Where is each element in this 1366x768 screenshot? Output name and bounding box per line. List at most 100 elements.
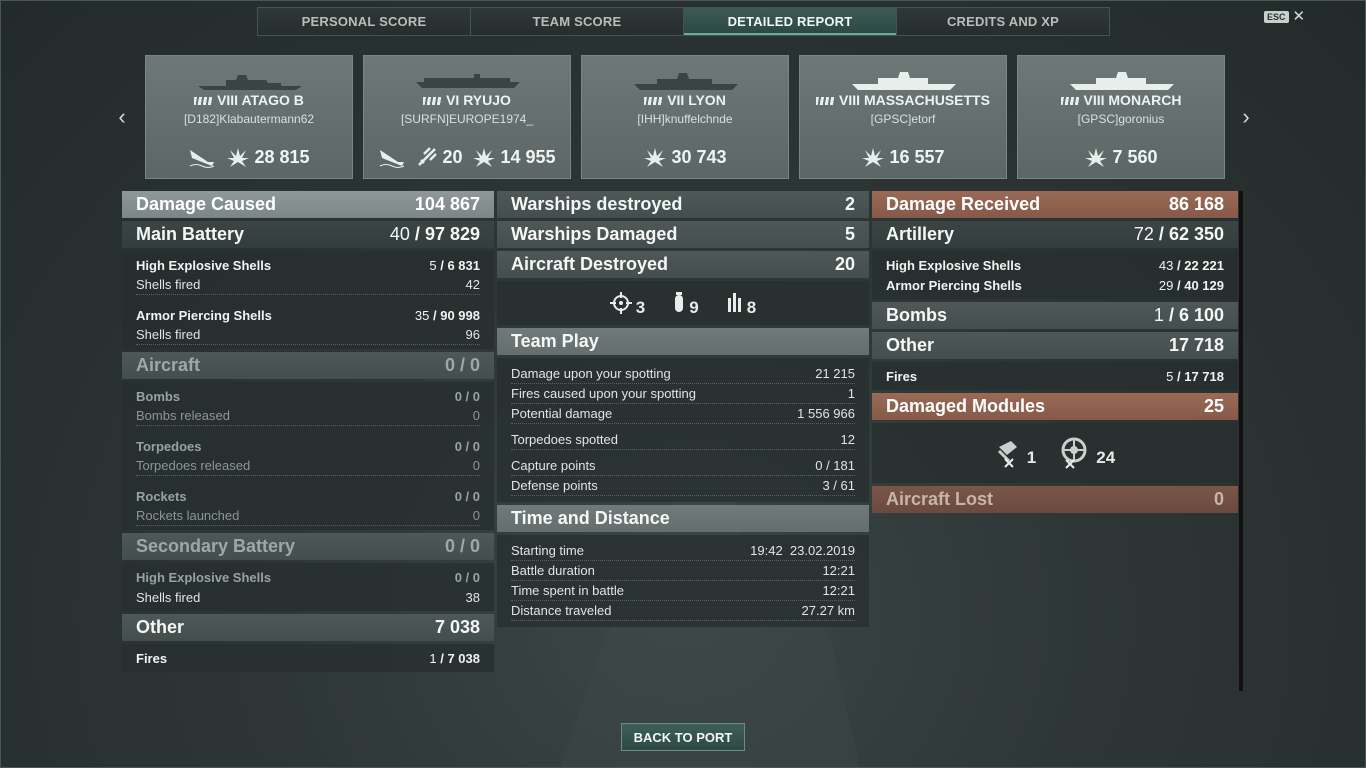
planes-stat: 20 bbox=[416, 146, 462, 168]
rocket-stat: 8 bbox=[727, 288, 756, 318]
main-battery-body: High Explosive Shells 5 / 6 831 Shells fi… bbox=[122, 251, 494, 349]
ship-sunk-icon bbox=[188, 146, 216, 168]
time-distance-row: Battle duration 12:21 bbox=[511, 561, 855, 581]
ship-name: VIII MASSACHUSETTS bbox=[800, 92, 1006, 108]
tab-team-score[interactable]: TEAM SCORE bbox=[471, 8, 684, 35]
prev-arrow-icon[interactable]: ‹ bbox=[112, 104, 132, 130]
tab-bar: PERSONAL SCORE TEAM SCORE DETAILED REPOR… bbox=[257, 7, 1110, 36]
ship-silhouette-icon bbox=[416, 74, 520, 88]
rockets-launched-row: Rockets launched 0 bbox=[136, 506, 480, 526]
ap-shells-row: Armor Piercing Shells 29 / 40 129 bbox=[886, 277, 1224, 293]
ship-silhouette-icon bbox=[1070, 72, 1174, 90]
team-play-row: Torpedoes spotted 12 bbox=[511, 430, 855, 450]
damage-caused-header: Damage Caused 104 867 bbox=[122, 191, 494, 218]
main-battery-header: Main Battery 40 / 97 829 bbox=[122, 221, 494, 248]
team-play-row: Fires caused upon your spotting 1 bbox=[511, 384, 855, 404]
player-name: [D182]Klabautermann62 bbox=[183, 112, 315, 126]
team-play-body: Damage upon your spotting 21 215 Fires ca… bbox=[497, 358, 869, 502]
close-button[interactable]: ESC ✕ bbox=[1264, 8, 1306, 25]
team-play-row: Damage upon your spotting 21 215 bbox=[511, 364, 855, 384]
damage-caused-panel: Damage Caused 104 867 Main Battery 40 / 97… bbox=[122, 191, 494, 675]
damaged-modules-bar: 1 24 bbox=[872, 423, 1238, 483]
scrollbar[interactable] bbox=[1239, 191, 1243, 691]
ship-class-icon bbox=[194, 97, 213, 106]
warships-damaged-header: Warships Damaged 5 bbox=[497, 221, 869, 248]
player-name: [GPSC]etorf bbox=[870, 112, 936, 126]
ship-class-icon bbox=[816, 97, 835, 106]
he-shells-row: High Explosive Shells 43 / 22 221 bbox=[886, 257, 1224, 273]
tab-detailed-report[interactable]: DETAILED REPORT bbox=[684, 8, 897, 35]
turret-stat: 1 bbox=[995, 437, 1036, 469]
shells-fired-row: Shells fired 96 bbox=[136, 325, 480, 345]
ship-card[interactable]: VIII MONARCH [GPSC]goronius 7 560 bbox=[1017, 55, 1225, 179]
bombs-header: Bombs 1 / 6 100 bbox=[872, 302, 1238, 329]
time-distance-row: Starting time 19:42 23.02.2019 bbox=[511, 541, 855, 561]
tab-personal-score[interactable]: PERSONAL SCORE bbox=[258, 8, 471, 35]
ship-card[interactable]: VIII MASSACHUSETTS [GPSC]etorf 16 557 bbox=[799, 55, 1007, 179]
bomber-stat: 9 bbox=[673, 288, 699, 318]
ship-class-icon bbox=[1060, 97, 1079, 106]
ship-silhouette-icon bbox=[198, 75, 302, 90]
engine-stat: 24 bbox=[1056, 436, 1115, 470]
time-distance-row: Distance traveled 27.27 km bbox=[511, 601, 855, 621]
team-play-header: Team Play bbox=[497, 328, 869, 355]
player-name: [IHH]knuffelchnde bbox=[637, 112, 733, 126]
damage-burst-icon bbox=[1085, 148, 1108, 167]
aircraft-lost-header: Aircraft Lost 0 bbox=[872, 486, 1238, 513]
artillery-body: High Explosive Shells 43 / 22 221 Armor P… bbox=[872, 251, 1238, 299]
ship-name: VII LYON bbox=[582, 92, 788, 108]
bomb-icon bbox=[675, 292, 684, 312]
ship-name: VI RYUJO bbox=[364, 92, 570, 108]
ship-name: VIII ATAGO B bbox=[146, 92, 352, 108]
damage-received-header: Damage Received 86 168 bbox=[872, 191, 1238, 218]
damage-stat: 16 557 bbox=[861, 146, 945, 168]
ship-card[interactable]: VIII ATAGO B [D182]Klabautermann62 28 81… bbox=[145, 55, 353, 179]
combat-panel: Warships destroyed 2 Warships Damaged 5 Ai… bbox=[497, 191, 869, 630]
damage-burst-icon bbox=[644, 148, 667, 167]
other-body: Fires 5 / 17 718 bbox=[872, 362, 1238, 390]
back-to-port-button[interactable]: BACK TO PORT bbox=[621, 723, 745, 751]
damage-burst-icon bbox=[862, 148, 885, 167]
shells-fired-row: Shells fired 38 bbox=[136, 589, 480, 605]
fighter-stat: 3 bbox=[609, 288, 645, 318]
turret-damaged-icon bbox=[997, 441, 1017, 468]
torpedoes-released-row: Torpedoes released 0 bbox=[136, 456, 480, 476]
ship-card[interactable]: VI RYUJO [SURFN]EUROPE1974_ 20 14 955 bbox=[363, 55, 571, 179]
damage-received-panel: Damage Received 86 168 Artillery 72 / 62 3… bbox=[872, 191, 1238, 516]
secondary-battery-header: Secondary Battery 0 / 0 bbox=[122, 533, 494, 560]
ship-silhouette-icon bbox=[634, 73, 738, 90]
damage-stat: 28 815 bbox=[226, 146, 310, 168]
other-header: Other 7 038 bbox=[122, 614, 494, 641]
player-name: [SURFN]EUROPE1974_ bbox=[400, 112, 534, 126]
esc-key-badge: ESC bbox=[1264, 11, 1289, 23]
he-shells-row: High Explosive Shells 0 / 0 bbox=[136, 569, 480, 585]
damage-stat: 7 560 bbox=[1084, 146, 1158, 168]
ship-silhouette-icon bbox=[852, 72, 956, 90]
close-icon: ✕ bbox=[1292, 8, 1306, 25]
ap-shells-row: Armor Piercing Shells 35 / 90 998 bbox=[136, 307, 480, 323]
fires-row: Fires 1 / 7 038 bbox=[136, 650, 480, 666]
shells-fired-row: Shells fired 42 bbox=[136, 275, 480, 295]
bombs-row: Bombs 0 / 0 bbox=[136, 388, 480, 404]
next-arrow-icon[interactable]: › bbox=[1236, 104, 1256, 130]
time-distance-row: Time spent in battle 12:21 bbox=[511, 581, 855, 601]
ship-card[interactable]: VII LYON [IHH]knuffelchnde 30 743 bbox=[581, 55, 789, 179]
other-body: Fires 1 / 7 038 bbox=[122, 644, 494, 672]
aircraft-header: Aircraft 0 / 0 bbox=[122, 352, 494, 379]
fires-row: Fires 5 / 17 718 bbox=[886, 368, 1224, 384]
bombs-released-row: Bombs released 0 bbox=[136, 406, 480, 426]
ship-name: VIII MONARCH bbox=[1018, 92, 1224, 108]
damage-burst-icon bbox=[227, 148, 250, 167]
tab-credits-and-xp[interactable]: CREDITS AND XP bbox=[897, 8, 1109, 35]
damaged-modules-header: Damaged Modules 25 bbox=[872, 393, 1238, 420]
player-name: [GPSC]goronius bbox=[1077, 112, 1165, 126]
team-play-row: Capture points 0 / 181 bbox=[511, 456, 855, 476]
engine-damaged-icon bbox=[1061, 437, 1087, 469]
time-distance-header: Time and Distance bbox=[497, 505, 869, 532]
aircraft-destroyed-header: Aircraft Destroyed 20 bbox=[497, 251, 869, 278]
team-play-row: Potential damage 1 556 966 bbox=[511, 404, 855, 424]
secondary-battery-body: High Explosive Shells 0 / 0 Shells fired 3… bbox=[122, 563, 494, 611]
time-distance-body: Starting time 19:42 23.02.2019 Battle dur… bbox=[497, 535, 869, 627]
artillery-header: Artillery 72 / 62 350 bbox=[872, 221, 1238, 248]
team-play-row: Defense points 3 / 61 bbox=[511, 476, 855, 496]
